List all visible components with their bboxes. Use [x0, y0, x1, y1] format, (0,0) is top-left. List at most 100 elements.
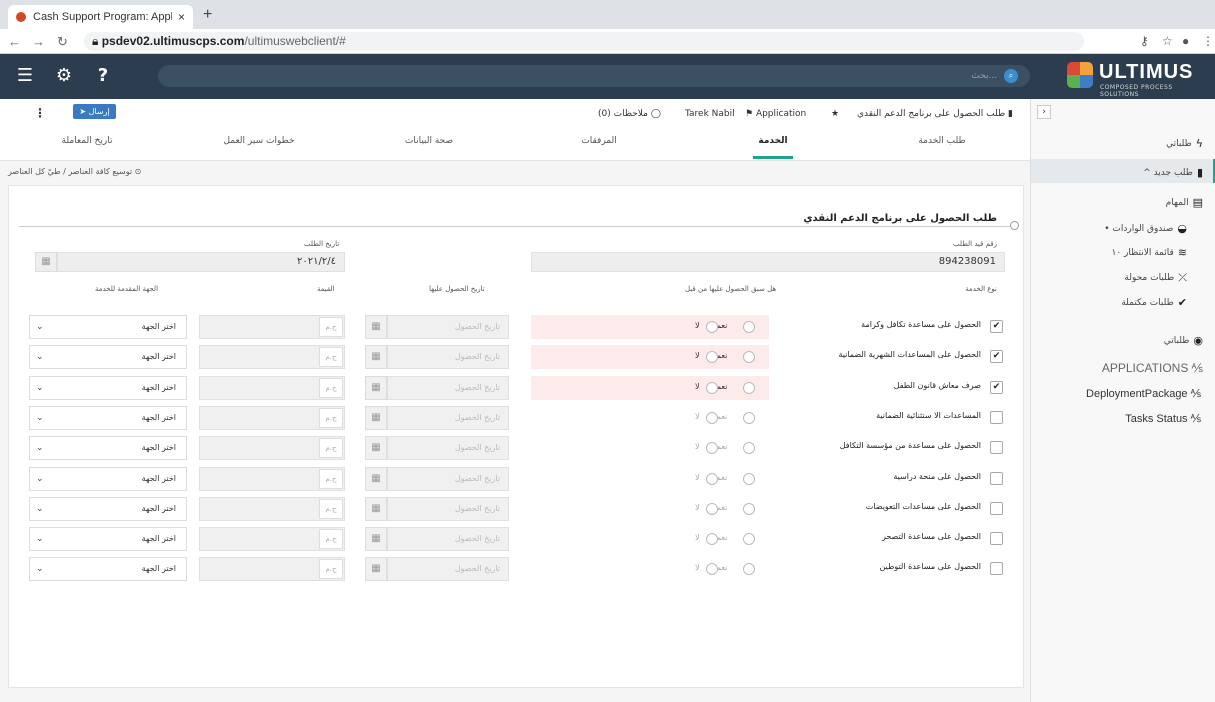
back-icon[interactable]: ← — [8, 34, 21, 49]
radio-yes[interactable] — [743, 411, 755, 424]
service-label: الحصول على مساعدات التعويضات — [865, 501, 981, 511]
radio-no[interactable] — [706, 472, 718, 485]
search-input[interactable]: بحث... ⌕ — [158, 65, 1030, 87]
radio-no[interactable] — [706, 351, 718, 364]
tab-service-request[interactable]: طلب الخدمة — [897, 136, 987, 146]
tab-close-icon[interactable]: × — [178, 10, 185, 24]
radio-yes[interactable] — [743, 381, 755, 394]
list-icon[interactable]: ☰ — [12, 63, 38, 89]
notes-link[interactable]: ملاحظات (0) ◯ — [598, 109, 661, 119]
calendar-icon[interactable]: ▦ — [365, 436, 387, 461]
new-tab-button[interactable]: + — [203, 6, 212, 24]
app-link-tasks-status[interactable]: Tasks Status ⅍ — [1125, 413, 1201, 425]
service-checkbox[interactable] — [990, 532, 1003, 546]
calendar-icon[interactable]: ▦ — [35, 252, 57, 272]
calendar-icon[interactable]: ▦ — [365, 375, 387, 400]
app-link-deployment[interactable]: DeploymentPackage ⅍ — [1086, 388, 1201, 400]
provider-select[interactable]: ⌄ اختر الجهة — [29, 466, 187, 491]
radio-no[interactable] — [706, 502, 718, 515]
calendar-icon[interactable]: ▦ — [365, 315, 387, 339]
calendar-icon[interactable]: ▦ — [365, 405, 387, 430]
browser-tab[interactable]: Cash Support Program: Applic × — [8, 5, 193, 29]
search-icon[interactable]: ⌕ — [1004, 69, 1018, 83]
send-button[interactable]: ➤ إرسال — [73, 104, 116, 119]
tab-service[interactable]: الخدمة — [728, 136, 818, 146]
received-date-input[interactable]: تاريخ الحصول — [387, 375, 509, 400]
help-icon[interactable]: ? — [90, 63, 116, 89]
tab-attachments[interactable]: المرفقات — [554, 136, 644, 146]
star-icon[interactable]: ☆ — [1162, 34, 1173, 48]
sidebar-inbox[interactable]: ◒ صندوق الواردات • — [1104, 222, 1187, 235]
service-checkbox[interactable] — [990, 562, 1003, 576]
menu-icon[interactable]: ⋮ — [1202, 34, 1214, 48]
calendar-icon[interactable]: ▦ — [365, 466, 387, 491]
collapse-section-icon[interactable] — [1010, 221, 1019, 230]
tab-transaction-history[interactable]: تاريخ المعاملة — [42, 136, 132, 146]
reload-icon[interactable]: ↻ — [57, 34, 68, 50]
service-checkbox[interactable] — [990, 410, 1003, 424]
provider-select[interactable]: ⌄ اختر الجهة — [29, 405, 187, 430]
key-icon[interactable]: ⚷ — [1140, 34, 1149, 48]
service-checkbox[interactable]: ✔ — [990, 320, 1003, 333]
radio-yes[interactable] — [743, 533, 755, 546]
received-before-radios: نعم لا — [531, 527, 769, 551]
provider-select[interactable]: ⌄ اختر الجهة — [29, 345, 187, 370]
received-date-input[interactable]: تاريخ الحصول — [387, 315, 509, 339]
received-date-input[interactable]: تاريخ الحصول — [387, 466, 509, 491]
received-date-input[interactable]: تاريخ الحصول — [387, 496, 509, 521]
sidebar-my-requests[interactable]: ϟ طلباتي — [1166, 137, 1203, 150]
sidebar-my-requests-2[interactable]: ◉ طلباتي — [1164, 334, 1203, 347]
tab-workflow-steps[interactable]: خطوات سير العمل — [214, 136, 304, 146]
radio-no[interactable] — [706, 321, 718, 333]
received-date-input[interactable]: تاريخ الحصول — [387, 557, 509, 582]
sidebar-completed[interactable]: ✔ طلبات مكتملة — [1121, 296, 1187, 309]
service-checkbox[interactable] — [990, 501, 1003, 515]
provider-select[interactable]: ⌄ اختر الجهة — [29, 315, 187, 339]
service-checkbox[interactable]: ✔ — [990, 380, 1003, 394]
service-label: الحصول على مساعدة التصحر — [881, 532, 981, 542]
service-checkbox[interactable]: ✔ — [990, 350, 1003, 364]
calendar-icon[interactable]: ▦ — [365, 527, 387, 552]
tab-data-validity[interactable]: صحة البيانات — [384, 136, 474, 146]
profile-icon[interactable]: ● — [1182, 34, 1189, 48]
address-bar-row: ← → ↻ 🔒︎ psdev02.ultimuscps.com/ultimusw… — [0, 29, 1215, 54]
received-date-input[interactable]: تاريخ الحصول — [387, 527, 509, 552]
received-date-input[interactable]: تاريخ الحصول — [387, 436, 509, 461]
gear-icon[interactable]: ⚙ — [51, 63, 77, 89]
provider-select[interactable]: ⌄ اختر الجهة — [29, 527, 187, 552]
service-checkbox[interactable] — [990, 471, 1003, 485]
provider-select[interactable]: ⌄ اختر الجهة — [29, 557, 187, 582]
sidebar-transferred[interactable]: ⤫ طلبات محولة — [1124, 271, 1187, 285]
received-date-input[interactable]: تاريخ الحصول — [387, 405, 509, 430]
radio-yes[interactable] — [743, 563, 755, 576]
expand-collapse-links[interactable]: توسيع كافة العناصر / طيّ كل العناصر ⊙ — [8, 167, 141, 176]
radio-no[interactable] — [706, 411, 718, 424]
radio-yes[interactable] — [743, 442, 755, 455]
calendar-icon[interactable]: ▦ — [365, 557, 387, 582]
calendar-icon[interactable]: ▦ — [365, 496, 387, 521]
radio-no[interactable] — [706, 563, 718, 576]
more-icon[interactable]: ⋮ — [34, 106, 46, 120]
service-checkbox[interactable] — [990, 441, 1003, 455]
radio-yes[interactable] — [743, 321, 755, 333]
url-input[interactable]: 🔒︎ psdev02.ultimuscps.com/ultimuswebclie… — [84, 32, 1084, 51]
collapse-sidebar-icon[interactable]: › — [1037, 105, 1051, 119]
received-date-input[interactable]: تاريخ الحصول — [387, 345, 509, 370]
radio-yes[interactable] — [743, 502, 755, 515]
radio-yes[interactable] — [743, 351, 755, 364]
radio-yes[interactable] — [743, 472, 755, 485]
sidebar-tasks[interactable]: ▤ المهام — [1166, 196, 1203, 209]
request-date-label: تاريخ الطلب — [304, 240, 340, 248]
forward-icon[interactable]: → — [32, 34, 45, 49]
sidebar-new-request[interactable]: ▮ طلب جديد ^ — [1143, 166, 1203, 179]
radio-no[interactable] — [706, 442, 718, 455]
radio-no[interactable] — [706, 533, 718, 546]
provider-select[interactable]: ⌄ اختر الجهة — [29, 375, 187, 400]
application-label[interactable]: ⚑ Application — [745, 109, 806, 119]
radio-no[interactable] — [706, 381, 718, 394]
calendar-icon[interactable]: ▦ — [365, 345, 387, 370]
star-icon[interactable]: ★ — [831, 109, 839, 119]
provider-select[interactable]: ⌄ اختر الجهة — [29, 436, 187, 461]
sidebar-waiting[interactable]: ≋ قائمة الانتظار ١٠ — [1111, 246, 1187, 259]
provider-select[interactable]: ⌄ اختر الجهة — [29, 496, 187, 521]
